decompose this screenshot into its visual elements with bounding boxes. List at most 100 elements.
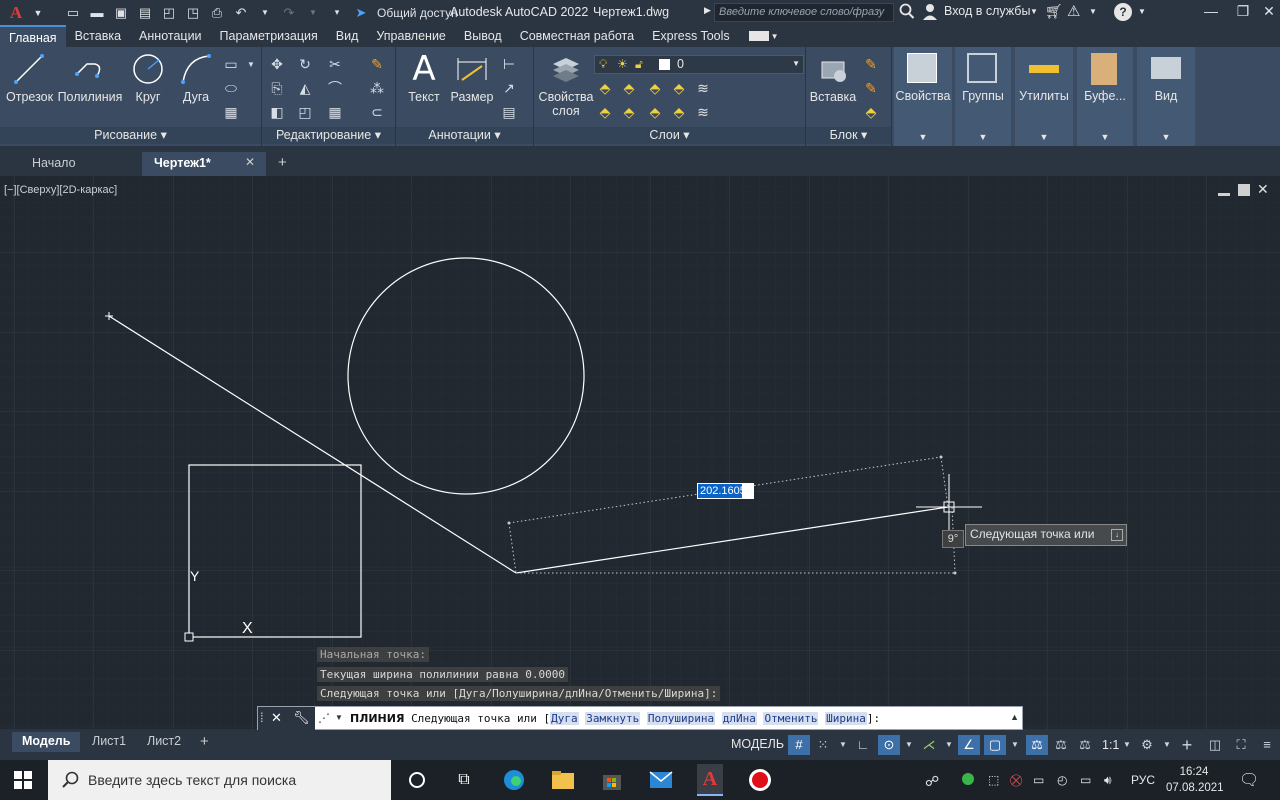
object-snap-icon[interactable]: ▢	[984, 735, 1006, 755]
redo-dropdown-icon[interactable]: ▼	[304, 5, 322, 21]
plot-icon[interactable]: ⎙	[208, 5, 226, 21]
polar-tracking-icon[interactable]: ⊙	[878, 735, 900, 755]
layer-tool-2-icon[interactable]: ⬘	[620, 79, 638, 97]
new-tab-icon[interactable]: +	[278, 154, 287, 171]
edge-icon[interactable]	[501, 768, 527, 792]
layer-tool-3-icon[interactable]: ⬘	[646, 79, 664, 97]
ortho-icon[interactable]: ∟	[852, 735, 874, 755]
viewport-controls[interactable]: [−][Сверху][2D-каркас]	[4, 184, 117, 196]
model-space-button[interactable]: МОДЕЛЬ	[731, 737, 784, 751]
layout-tab-sheet2[interactable]: Лист2	[137, 732, 191, 752]
snap-icon[interactable]: ⁙	[812, 735, 834, 755]
layer-tool-7-icon[interactable]: ⬘	[620, 103, 638, 121]
annotation-visibility-icon[interactable]: ⚖	[1026, 735, 1048, 755]
layer-tool-8-icon[interactable]: ⬘	[646, 103, 664, 121]
leader-icon[interactable]: ⊢	[500, 55, 518, 73]
layer-tool-5-icon[interactable]: ≋	[694, 79, 712, 97]
trim-icon[interactable]: ✂	[326, 55, 344, 73]
customize-qat-icon[interactable]: ▾	[328, 5, 346, 21]
add-icon[interactable]: +	[1176, 735, 1198, 755]
tab-manage[interactable]: Управление	[367, 25, 455, 47]
tab-annotate[interactable]: Аннотации	[130, 25, 210, 47]
notifications-icon[interactable]: 🗨︎	[1239, 770, 1259, 790]
drawing-area[interactable]: [−][Сверху][2D-каркас] ✕ Y X 202.1605 9°…	[0, 176, 1280, 730]
line-button[interactable]: Отрезок	[6, 51, 53, 104]
autocad-logo-icon[interactable]: A	[6, 3, 26, 23]
arc-button[interactable]: Дуга	[176, 51, 216, 104]
tray-green-icon[interactable]	[962, 773, 974, 785]
create-block-icon[interactable]: ✎	[862, 55, 880, 73]
layer-tool-10-icon[interactable]: ≋	[694, 103, 712, 121]
move-icon[interactable]: ✥	[268, 55, 286, 73]
undo-dropdown-icon[interactable]: ▼	[256, 5, 274, 21]
table-icon[interactable]: ▤	[500, 103, 518, 121]
object-snap-tracking-icon[interactable]: ∠	[958, 735, 980, 755]
tab-insert[interactable]: Вставка	[66, 25, 130, 47]
people-icon[interactable]: ☍	[925, 773, 939, 790]
edit-block-icon[interactable]: ✎	[862, 79, 880, 97]
open-web-icon[interactable]: ◰	[160, 5, 178, 21]
redo-icon[interactable]: ↷	[280, 5, 298, 21]
insert-block-button[interactable]: Вставка	[808, 51, 858, 104]
layer-tool-6-icon[interactable]: ⬘	[596, 103, 614, 121]
close-tab-icon[interactable]: ✕	[245, 155, 255, 169]
windows-start-icon[interactable]	[14, 771, 32, 789]
copy-icon[interactable]: ⎘	[268, 79, 286, 97]
tab-home[interactable]: Главная	[0, 25, 66, 47]
block-panel-title[interactable]: Блок ▾	[806, 127, 891, 144]
chevron-down-icon[interactable]: ▼	[29, 5, 47, 21]
option-arc[interactable]: Дуга	[550, 712, 579, 725]
undo-icon[interactable]: ↶	[232, 5, 250, 21]
view-panel[interactable]: Вид ▼	[1137, 47, 1195, 146]
stretch-icon[interactable]: ◧	[268, 103, 286, 121]
tab-express-tools[interactable]: Express Tools	[643, 25, 739, 47]
block-attributes-icon[interactable]: ⬘	[862, 103, 880, 121]
properties-panel[interactable]: Свойства ▼	[894, 47, 952, 146]
add-layout-icon[interactable]: +	[200, 733, 209, 750]
isolate-objects-icon[interactable]: ◫	[1204, 735, 1226, 755]
layer-tool-4-icon[interactable]: ⬘	[670, 79, 688, 97]
viewport-restore-icon[interactable]	[1238, 184, 1250, 196]
minimize-icon[interactable]: —	[1198, 3, 1224, 21]
command-line-expand-icon[interactable]: ▲	[1010, 712, 1019, 722]
draw-more-icon[interactable]: ▼	[242, 55, 260, 73]
recorder-icon[interactable]	[747, 768, 773, 792]
command-line[interactable]: ⁞ ✕ 🔧︎ ⋰ ▼ ПЛИНИЯ Следующая точка или [Д…	[257, 706, 1023, 731]
tab-view[interactable]: Вид	[327, 25, 368, 47]
option-close[interactable]: Замкнуть	[585, 712, 641, 725]
drawing-canvas[interactable]	[0, 176, 1280, 730]
tooltip-options-icon[interactable]: ↓	[1111, 529, 1123, 541]
grip-icon[interactable]: ⁞	[260, 710, 264, 725]
new-file-icon[interactable]: ▭	[64, 5, 82, 21]
mail-icon[interactable]	[648, 768, 674, 792]
layers-panel-title[interactable]: Слои ▾	[534, 127, 805, 144]
groups-panel[interactable]: Группы ▼	[955, 47, 1011, 146]
share-button[interactable]: Общий доступ	[377, 6, 458, 20]
autocad-taskbar-icon[interactable]: A	[697, 764, 723, 796]
draw-panel-title[interactable]: Рисование ▾	[0, 127, 261, 144]
tray-app3-icon[interactable]: ▭	[1033, 773, 1044, 787]
login-dropdown-icon[interactable]: ▼	[1030, 7, 1038, 16]
close-command-line-icon[interactable]: ✕	[271, 710, 282, 726]
isodraft-icon[interactable]: ⋌	[918, 735, 940, 755]
ribbon-state-icon[interactable]	[748, 31, 769, 41]
array-icon[interactable]: ▦	[326, 103, 344, 121]
tray-app1-icon[interactable]: ⬚	[988, 773, 999, 787]
search-icon[interactable]	[899, 2, 915, 23]
rotate-icon[interactable]: ↻	[296, 55, 314, 73]
circle-button[interactable]: Круг	[128, 51, 168, 104]
dimension-button[interactable]: Размер	[450, 51, 494, 104]
layout-tab-model[interactable]: Модель	[12, 732, 81, 752]
tab-collaborate[interactable]: Совместная работа	[511, 25, 643, 47]
command-history-icon[interactable]: ⋰	[318, 711, 330, 725]
autodesk-app-icon[interactable]: ⚠︎	[1067, 2, 1080, 20]
polar-dropdown-icon[interactable]: ▼	[898, 735, 920, 755]
object-snap-dropdown-icon[interactable]: ▼	[1004, 735, 1026, 755]
hatch-icon[interactable]: ⬭	[222, 79, 240, 97]
layer-properties-button[interactable]: Свойства слоя	[538, 51, 594, 118]
option-width[interactable]: Ширина	[825, 712, 867, 725]
customize-wrench-icon[interactable]: 🔧︎	[293, 710, 310, 726]
fillet-icon[interactable]: ⌒	[326, 79, 344, 97]
tray-app2-icon[interactable]: ⛒	[1010, 773, 1022, 788]
open-file-icon[interactable]: ▬	[88, 5, 106, 21]
